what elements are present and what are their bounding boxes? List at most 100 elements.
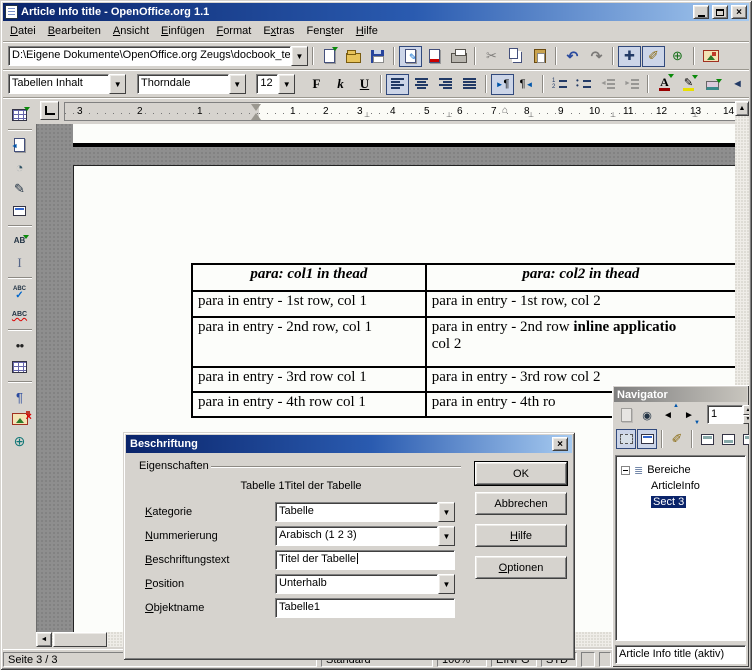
- dialog-title-bar[interactable]: Beschriftung ×: [126, 435, 572, 453]
- paste-button[interactable]: [528, 46, 551, 67]
- table-cell[interactable]: para in entry - 2nd row inline applicati…: [426, 317, 736, 367]
- data-sources-button[interactable]: [7, 356, 33, 378]
- kategorie-combobox[interactable]: Tabelle ▼: [275, 502, 455, 522]
- tree-item-articleinfo[interactable]: ArticleInfo: [618, 478, 743, 494]
- nav-footer-button[interactable]: [718, 429, 738, 449]
- copy-button[interactable]: [504, 46, 527, 67]
- align-right-button[interactable]: [434, 74, 457, 95]
- page-number-value[interactable]: 1: [707, 405, 743, 424]
- align-center-button[interactable]: [410, 74, 433, 95]
- graphics-on-off-button[interactable]: [7, 408, 33, 430]
- maximize-button[interactable]: [712, 5, 728, 19]
- scrollbar-thumb[interactable]: [53, 632, 107, 647]
- autotext-button[interactable]: AB: [7, 230, 33, 252]
- font-size-value[interactable]: 12: [256, 74, 278, 94]
- tree-label[interactable]: Bereiche: [647, 464, 690, 476]
- align-justify-button[interactable]: [458, 74, 481, 95]
- bullet-list-button[interactable]: [572, 74, 595, 95]
- export-pdf-button[interactable]: [423, 46, 446, 67]
- scroll-up-button[interactable]: ▲: [735, 101, 749, 116]
- menu-extras[interactable]: Extras: [257, 23, 300, 39]
- kategorie-value[interactable]: Tabelle: [275, 502, 438, 522]
- navigator-title-bar[interactable]: Navigator: [614, 387, 747, 402]
- paragraph-style-combobox[interactable]: Tabellen Inhalt ▼: [8, 74, 126, 94]
- menu-bearbeiten[interactable]: Bearbeiten: [42, 23, 107, 39]
- insert-frame-button[interactable]: ◄: [7, 134, 33, 156]
- bold-button[interactable]: F: [305, 74, 328, 95]
- chevron-down-icon[interactable]: ▼: [438, 526, 455, 546]
- beschriftungstext-input[interactable]: Titel der Tabelle: [275, 550, 455, 570]
- close-button[interactable]: ×: [731, 5, 747, 19]
- toolbar-scroll-left-button[interactable]: ◄: [726, 74, 749, 95]
- highlighting-button[interactable]: ✎: [677, 74, 700, 95]
- menu-fenster[interactable]: Fenster: [301, 23, 350, 39]
- find-replace-button[interactable]: ●●: [7, 334, 33, 356]
- font-size-combobox[interactable]: 12 ▼: [256, 74, 295, 94]
- objektname-input[interactable]: Tabelle1: [275, 598, 455, 618]
- align-left-button[interactable]: [386, 74, 409, 95]
- table-cell[interactable]: para in entry - 2nd row, col 1: [192, 317, 426, 367]
- nav-listbox-toggle-button[interactable]: [616, 429, 636, 449]
- hyperlink-button[interactable]: ⊕: [666, 46, 689, 67]
- form-functions-button[interactable]: [7, 200, 33, 222]
- direct-cursor-button[interactable]: I: [7, 252, 33, 274]
- collapse-icon[interactable]: [621, 466, 630, 475]
- url-combobox[interactable]: D:\Eigene Dokumente\OpenOffice.org Zeugs…: [8, 46, 308, 66]
- table-cell[interactable]: para in entry - 3rd row col 1: [192, 367, 426, 392]
- undo-button[interactable]: ↶: [561, 46, 584, 67]
- minimize-button[interactable]: [693, 5, 709, 19]
- navigator-tree[interactable]: ≣ Bereiche ArticleInfo Sect 3: [615, 455, 746, 641]
- table-header-cell[interactable]: para: col2 in thead: [426, 264, 736, 291]
- table-cell[interactable]: para in entry - 4th row col 1: [192, 392, 426, 417]
- nav-content-view-button[interactable]: [637, 429, 657, 449]
- right-indent-marker[interactable]: ⌂: [502, 106, 508, 116]
- menu-einfuegen[interactable]: Einfügen: [155, 23, 210, 39]
- menu-datei[interactable]: Datei: [4, 23, 42, 39]
- nav-set-reminder-button[interactable]: ✐: [667, 429, 687, 449]
- print-button[interactable]: [447, 46, 470, 67]
- spellcheck-button[interactable]: ABC✓: [7, 282, 33, 304]
- tab-stop-type-button[interactable]: [40, 101, 59, 120]
- table-cell[interactable]: para in entry - 1st row, col 1: [192, 291, 426, 317]
- cancel-button[interactable]: Abbrechen: [475, 492, 567, 515]
- edit-file-button[interactable]: ✎: [399, 46, 422, 67]
- horizontal-ruler[interactable]: 3 2 1 1 2 3 4 5 6 7 8 9 10 11 12 13 14 ⊥…: [64, 102, 736, 121]
- position-combobox[interactable]: Unterhalb ▼: [275, 574, 455, 594]
- chevron-down-icon[interactable]: ▼: [278, 74, 295, 94]
- draw-functions-button[interactable]: ✎: [7, 178, 33, 200]
- help-button[interactable]: Hilfe: [475, 524, 567, 547]
- navigator-toggle-button[interactable]: ✚: [618, 46, 641, 67]
- rtl-paragraph-button[interactable]: ¶◄: [515, 74, 538, 95]
- tree-item-sect3[interactable]: Sect 3: [618, 494, 743, 510]
- table-cell[interactable]: para in entry - 1st row, col 2: [426, 291, 736, 317]
- insert-object-button[interactable]: ◔: [7, 156, 33, 178]
- ok-button[interactable]: OK: [475, 462, 567, 485]
- page-number-spinner[interactable]: 1 ▲▼: [707, 405, 749, 424]
- background-color-button[interactable]: [701, 74, 724, 95]
- paragraph-style-value[interactable]: Tabellen Inhalt: [8, 74, 109, 94]
- underline-button[interactable]: U: [353, 74, 376, 95]
- increase-indent-button[interactable]: [620, 74, 643, 95]
- menu-ansicht[interactable]: Ansicht: [107, 23, 155, 39]
- online-layout-button[interactable]: ⊕: [7, 430, 33, 452]
- nav-toggle-button[interactable]: [616, 405, 636, 425]
- table-header-cell[interactable]: para: col1 in thead: [192, 264, 426, 291]
- nav-navigation-button[interactable]: ◉: [637, 405, 657, 425]
- auto-spellcheck-button[interactable]: ABC: [7, 304, 33, 326]
- tree-item-bereiche[interactable]: ≣ Bereiche: [618, 462, 743, 478]
- font-color-button[interactable]: A: [653, 74, 676, 95]
- chevron-down-icon[interactable]: ▼: [229, 74, 246, 94]
- save-button[interactable]: [366, 46, 389, 67]
- chevron-down-icon[interactable]: ▼: [438, 502, 455, 522]
- nummerierung-combobox[interactable]: Arabisch (1 2 3) ▼: [275, 526, 455, 546]
- nav-next-button[interactable]: ►▼: [679, 405, 699, 425]
- gallery-button[interactable]: [699, 46, 722, 67]
- italic-button[interactable]: k: [329, 74, 352, 95]
- insert-table-button[interactable]: [7, 104, 33, 126]
- font-name-value[interactable]: Thorndale: [137, 74, 229, 94]
- open-button[interactable]: [342, 46, 365, 67]
- tree-label-selected[interactable]: Sect 3: [651, 496, 686, 508]
- title-bar[interactable]: Article Info title - OpenOffice.org 1.1 …: [3, 3, 749, 21]
- spinner-buttons[interactable]: ▲▼: [743, 405, 749, 424]
- numbered-list-button[interactable]: [548, 74, 571, 95]
